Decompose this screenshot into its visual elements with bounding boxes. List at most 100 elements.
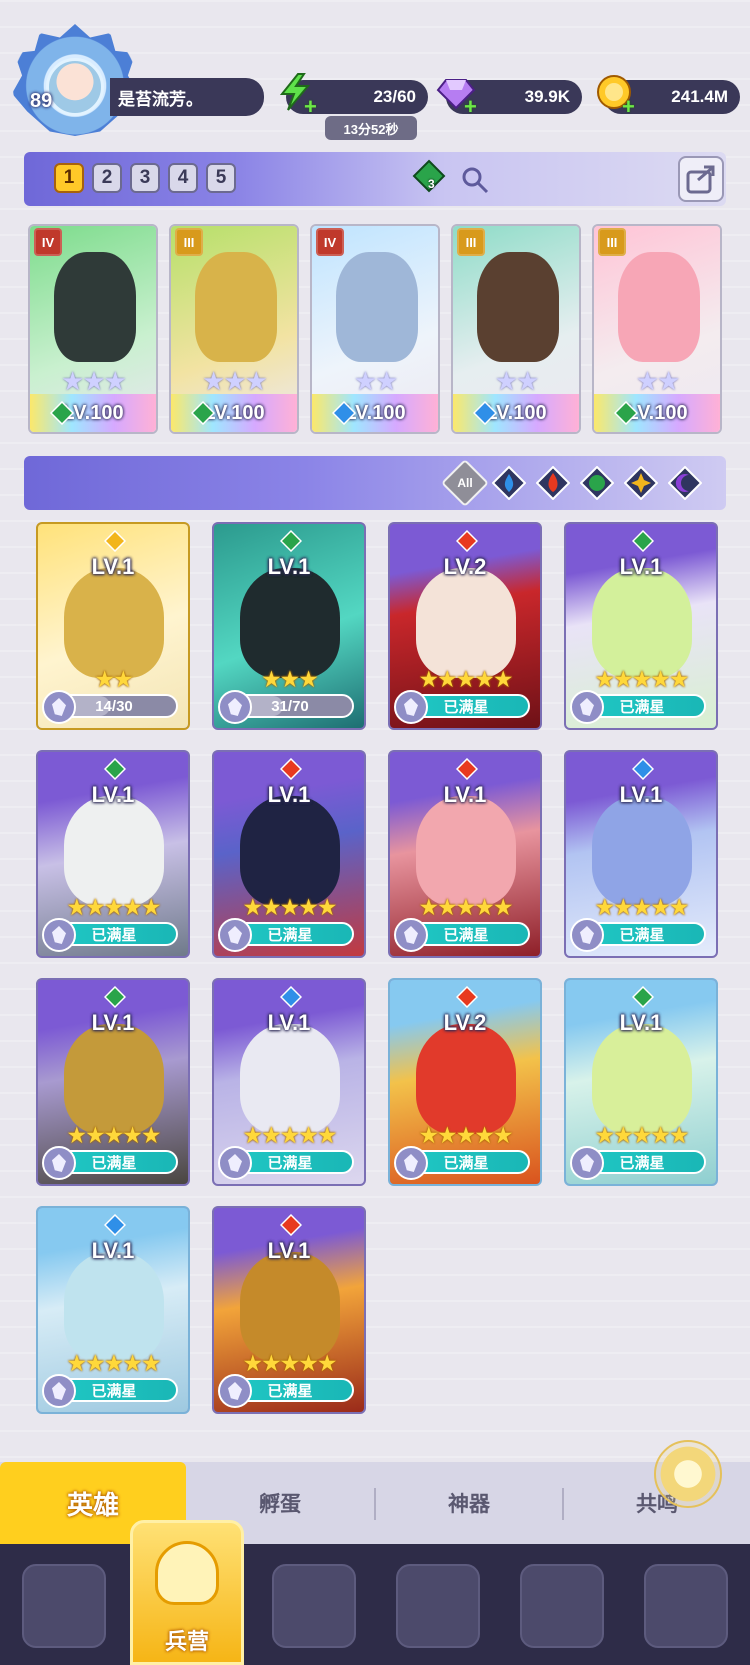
hero-level: LV.1 bbox=[267, 1238, 311, 1263]
max-star-label: 已满星 bbox=[267, 926, 313, 944]
team-slot-2[interactable]: 2 bbox=[92, 163, 122, 193]
hero-level-strip: LV.100 bbox=[594, 394, 720, 432]
floating-orb-button[interactable] bbox=[654, 1440, 722, 1508]
hero-card[interactable]: LV.1 ★★★★★ 已满星 bbox=[564, 750, 718, 958]
team-hero-card-4[interactable]: III ★★ LV.100 bbox=[451, 224, 581, 434]
nav-barracks-button[interactable]: 兵营 bbox=[130, 1520, 244, 1665]
water-filter-icon[interactable] bbox=[492, 466, 526, 500]
hero-card[interactable]: LV.1 ★★ 14/30 bbox=[36, 522, 190, 730]
hero-figure bbox=[240, 1252, 340, 1362]
hero-stars: ★★★★★ bbox=[594, 1122, 689, 1148]
water-element-icon bbox=[632, 758, 654, 780]
hero-level: LV.1 bbox=[619, 782, 663, 807]
stamina-counter[interactable]: + 23/60 bbox=[279, 73, 428, 119]
hero-stars: ★★★★★ bbox=[594, 894, 689, 920]
mushroom-icon[interactable] bbox=[520, 1564, 604, 1648]
max-star-label: 已满星 bbox=[443, 1154, 489, 1172]
hero-stars: ★★★★★ bbox=[418, 894, 513, 920]
hero-figure bbox=[64, 796, 164, 906]
water-element-icon bbox=[332, 401, 356, 425]
team-hero-card-1[interactable]: IV ★★★ LV.100 bbox=[28, 224, 158, 434]
nav-barracks-label: 兵营 bbox=[164, 1629, 209, 1654]
shard-icon bbox=[394, 1146, 428, 1180]
hero-card[interactable]: LV.1 ★★★★★ 已满星 bbox=[212, 978, 366, 1186]
hero-level: LV.1 bbox=[443, 782, 487, 807]
max-star-label: 已满星 bbox=[619, 1154, 665, 1172]
dark-filter-icon[interactable] bbox=[668, 466, 702, 500]
hero-card[interactable]: LV.1 ★★★★★ 已满星 bbox=[564, 978, 718, 1186]
hero-stars: ★★ bbox=[353, 366, 399, 396]
search-icon[interactable] bbox=[460, 165, 490, 195]
team-hero-card-5[interactable]: III ★★ LV.100 bbox=[592, 224, 722, 434]
hero-card[interactable]: LV.1 ★★★★★ 已满星 bbox=[212, 750, 366, 958]
scroll-icon[interactable] bbox=[644, 1564, 728, 1648]
hero-figure bbox=[618, 252, 700, 362]
hero-card[interactable]: LV.1 ★★★★★ 已满星 bbox=[36, 1206, 190, 1414]
fire-element-icon bbox=[280, 1214, 302, 1236]
wind-element-icon bbox=[50, 401, 74, 425]
hero-level: LV.1 bbox=[267, 554, 311, 579]
wind-filter-icon[interactable] bbox=[580, 466, 614, 500]
water-element-icon bbox=[280, 986, 302, 1008]
rank-badge: III bbox=[175, 228, 203, 256]
hero-stars: ★★★ bbox=[261, 666, 319, 692]
max-star-label: 已满星 bbox=[443, 926, 489, 944]
team-slot-4[interactable]: 4 bbox=[168, 163, 198, 193]
hero-card[interactable]: LV.2 ★★★★★ 已满星 bbox=[388, 978, 542, 1186]
share-button[interactable] bbox=[678, 156, 724, 202]
hero-stars: ★★ bbox=[494, 366, 540, 396]
hero-card[interactable]: LV.2 ★★★★★ 已满星 bbox=[388, 522, 542, 730]
water-element-icon bbox=[473, 401, 497, 425]
team-bar: 1 2 3 4 5 3 bbox=[24, 152, 726, 206]
hero-card[interactable]: LV.1 ★★★ 31/70 bbox=[212, 522, 366, 730]
max-star-label: 已满星 bbox=[91, 1382, 137, 1400]
gem-counter[interactable]: + 39.9K bbox=[436, 79, 582, 119]
hero-card[interactable]: LV.1 ★★★★★ 已满星 bbox=[388, 750, 542, 958]
hero-stars: ★★★★★ bbox=[242, 1122, 337, 1148]
player-level: 89 bbox=[30, 90, 53, 112]
team-gem-counter[interactable]: 3 bbox=[412, 159, 446, 193]
tab-artifacts[interactable]: 神器 bbox=[376, 1462, 562, 1544]
element-filter-bar: All bbox=[24, 456, 726, 510]
team-slot-5[interactable]: 5 bbox=[206, 163, 236, 193]
hero-level: LV.2 bbox=[443, 1010, 487, 1035]
rank-badge: III bbox=[457, 228, 485, 256]
filter-all-button[interactable]: All bbox=[440, 458, 490, 508]
shard-icon bbox=[570, 918, 604, 952]
hero-card[interactable]: LV.1 ★★★★★ 已满星 bbox=[36, 750, 190, 958]
hero-stars: ★★★★★ bbox=[594, 666, 689, 692]
shard-icon bbox=[394, 918, 428, 952]
hero-figure bbox=[64, 568, 164, 678]
hero-stars: ★★★★★ bbox=[242, 1350, 337, 1376]
fire-filter-icon[interactable] bbox=[536, 466, 570, 500]
castle-icon[interactable] bbox=[396, 1564, 480, 1648]
team-hero-card-3[interactable]: IV ★★ LV.100 bbox=[310, 224, 440, 434]
wind-element-icon bbox=[614, 401, 638, 425]
hero-card[interactable]: LV.1 ★★★★★ 已满星 bbox=[212, 1206, 366, 1414]
hero-figure bbox=[477, 252, 559, 362]
team-slot-1[interactable]: 1 bbox=[54, 163, 84, 193]
light-filter-icon[interactable] bbox=[624, 466, 658, 500]
team-slot-3[interactable]: 3 bbox=[130, 163, 160, 193]
hero-figure bbox=[416, 568, 516, 678]
hero-level: LV.1 bbox=[619, 554, 663, 579]
hero-level: LV.1 bbox=[91, 1010, 135, 1035]
shard-icon bbox=[42, 1146, 76, 1180]
cards-icon[interactable] bbox=[22, 1564, 106, 1648]
hero-card[interactable]: LV.1 ★★★★★ 已满星 bbox=[564, 522, 718, 730]
avatar-portrait bbox=[46, 58, 104, 116]
team-hero-card-2[interactable]: III ★★★ LV.100 bbox=[169, 224, 299, 434]
hero-figure bbox=[54, 252, 136, 362]
hero-figure bbox=[64, 1024, 164, 1134]
hero-level-strip: LV.100 bbox=[312, 394, 438, 432]
share-icon bbox=[686, 165, 715, 194]
hero-card[interactable]: LV.1 ★★★★★ 已满星 bbox=[36, 978, 190, 1186]
book-icon[interactable] bbox=[272, 1564, 356, 1648]
rank-badge: IV bbox=[316, 228, 344, 256]
rank-badge: IV bbox=[34, 228, 62, 256]
coin-counter[interactable]: + 241.4M bbox=[597, 75, 740, 119]
bottom-nav bbox=[0, 1544, 750, 1665]
max-star-label: 已满星 bbox=[267, 1382, 313, 1400]
hero-stars: ★★★ bbox=[202, 366, 268, 396]
wind-element-icon bbox=[191, 401, 215, 425]
